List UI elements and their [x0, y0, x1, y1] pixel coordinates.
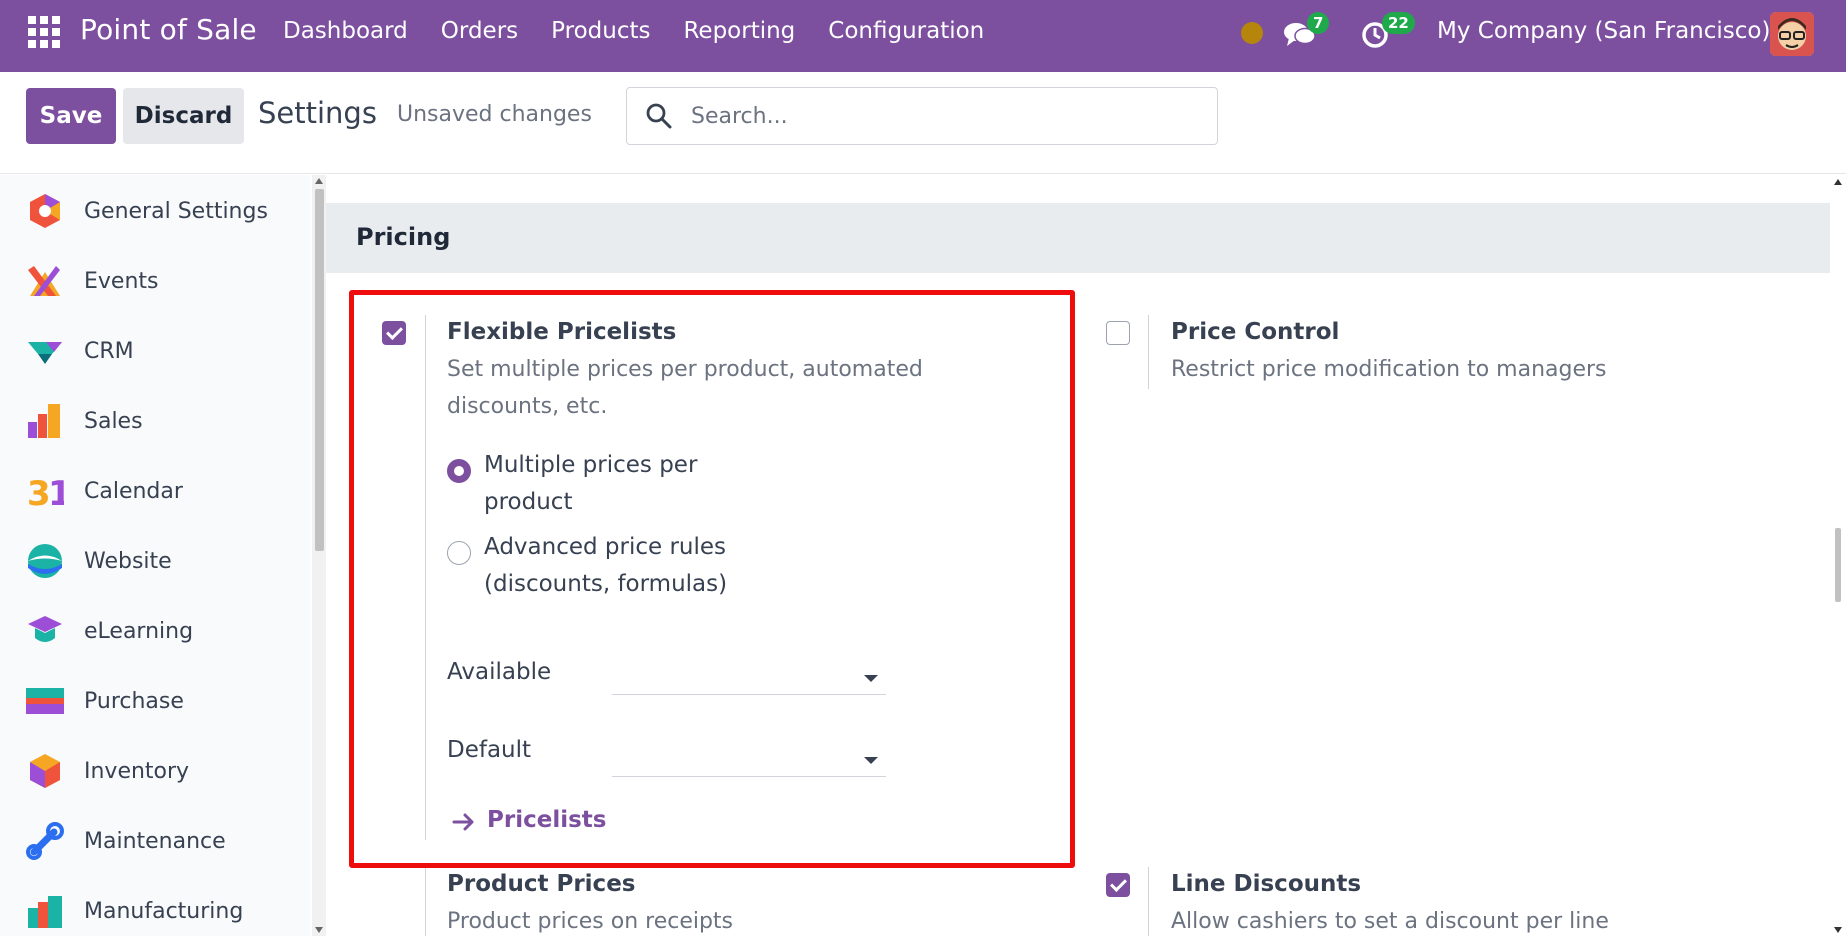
price-control-title: Price Control	[1171, 319, 1340, 345]
sidebar-item-label: General Settings	[84, 198, 268, 224]
sidebar-item-general-settings[interactable]: General Settings	[0, 181, 310, 241]
setting-divider	[425, 867, 426, 936]
user-avatar[interactable]	[1770, 12, 1814, 56]
activity-badge: 22	[1382, 12, 1415, 34]
radio-advanced-price-rules-label[interactable]: Advanced price rules (discounts, formula…	[484, 529, 754, 603]
save-button[interactable]: Save	[26, 88, 116, 144]
flexible-pricelists-title: Flexible Pricelists	[447, 319, 677, 345]
website-icon	[28, 544, 62, 578]
flexible-pricelists-checkbox[interactable]	[382, 321, 406, 345]
search-input[interactable]	[691, 100, 1191, 132]
flexible-pricelists-description: Set multiple prices per product, automat…	[447, 357, 923, 419]
settings-content: Pricing Flexible Pricelists Set multiple…	[326, 175, 1830, 936]
chevron-down-icon	[864, 675, 878, 682]
line-discounts-description: Allow cashiers to set a discount per lin…	[1171, 909, 1609, 934]
section-title: Pricing	[356, 223, 451, 251]
control-panel: Save Discard Settings Unsaved changes	[0, 72, 1846, 174]
sidebar-item-label: Inventory	[84, 758, 190, 784]
price-control-checkbox[interactable]	[1106, 321, 1130, 345]
unsaved-changes-label: Unsaved changes	[397, 102, 592, 127]
sidebar-item-purchase[interactable]: Purchase	[0, 671, 310, 731]
scrollbar-thumb[interactable]	[1835, 528, 1841, 602]
menu-reporting[interactable]: Reporting	[683, 18, 795, 44]
general-settings-icon	[30, 194, 60, 228]
page-title: Settings	[258, 96, 377, 130]
sidebar-item-website[interactable]: Website	[0, 531, 310, 591]
sidebar-item-elearning[interactable]: eLearning	[0, 601, 310, 661]
content-scrollbar[interactable]	[1830, 175, 1846, 936]
maintenance-icon	[26, 822, 64, 860]
menu-orders[interactable]: Orders	[441, 18, 518, 44]
sidebar-item-calendar[interactable]: 3 1 Calendar	[0, 461, 310, 521]
setting-divider	[425, 315, 426, 840]
sidebar-item-label: CRM	[84, 338, 134, 364]
scrollbar-thumb[interactable]	[315, 189, 324, 551]
scroll-down-arrow-icon[interactable]	[1834, 927, 1842, 933]
purchase-icon	[26, 688, 64, 714]
sidebar-item-label: Sales	[84, 408, 143, 434]
scroll-up-arrow-icon[interactable]	[315, 178, 323, 184]
pricelists-link[interactable]: Pricelists	[487, 807, 606, 833]
inventory-icon	[30, 754, 60, 788]
sidebar-item-label: Manufacturing	[84, 898, 244, 924]
company-switcher[interactable]: My Company (San Francisco)	[1437, 18, 1770, 44]
chevron-down-icon	[864, 757, 878, 764]
scroll-down-arrow-icon[interactable]	[315, 927, 323, 933]
price-control-description: Restrict price modification to managers	[1171, 357, 1607, 382]
calendar-icon: 3 1	[27, 474, 64, 510]
sidebar-item-label: Website	[84, 548, 172, 574]
search-box[interactable]	[626, 87, 1218, 145]
available-pricelists-label: Available	[447, 659, 552, 685]
status-dot-icon[interactable]	[1241, 22, 1263, 44]
top-navbar: Point of Sale Dashboard Orders Products …	[0, 0, 1846, 72]
menu-products[interactable]: Products	[551, 18, 650, 44]
section-header: Pricing	[326, 203, 1830, 273]
sales-icon	[28, 404, 60, 438]
setting-divider	[1148, 867, 1149, 936]
product-prices-title: Product Prices	[447, 871, 636, 897]
available-pricelists-select[interactable]	[612, 655, 886, 695]
events-icon	[28, 266, 60, 296]
discard-button[interactable]: Discard	[123, 88, 244, 144]
sidebar-item-crm[interactable]: CRM	[0, 321, 310, 381]
menu-configuration[interactable]: Configuration	[828, 18, 984, 44]
chat-icon[interactable]: 7	[1283, 12, 1330, 50]
sidebar-item-label: eLearning	[84, 618, 194, 644]
chat-badge: 7	[1307, 12, 1330, 34]
app-brand[interactable]: Point of Sale	[80, 13, 257, 46]
sidebar-item-label: Purchase	[84, 688, 184, 714]
apps-grid-icon[interactable]	[28, 16, 60, 48]
sidebar-item-manufacturing[interactable]: Manufacturing	[0, 881, 310, 936]
default-pricelist-label: Default	[447, 737, 532, 763]
radio-advanced-price-rules[interactable]	[447, 541, 471, 565]
crm-icon	[28, 342, 62, 364]
line-discounts-checkbox[interactable]	[1106, 873, 1130, 897]
line-discounts-title: Line Discounts	[1171, 871, 1362, 897]
sidebar-scrollbar[interactable]	[312, 175, 326, 936]
settings-sidebar: General Settings Events CRM Sales 3 1 Ca…	[0, 175, 310, 936]
menu-dashboard[interactable]: Dashboard	[283, 18, 408, 44]
radio-multiple-prices[interactable]	[447, 459, 471, 483]
scroll-up-arrow-icon[interactable]	[1834, 179, 1842, 185]
radio-multiple-prices-label[interactable]: Multiple prices per product	[484, 447, 724, 521]
sidebar-item-label: Events	[84, 268, 159, 294]
product-prices-description: Product prices on receipts	[447, 909, 734, 934]
activity-clock-icon[interactable]: 22	[1360, 12, 1415, 50]
sidebar-item-label: Calendar	[84, 478, 183, 504]
sidebar-item-inventory[interactable]: Inventory	[0, 741, 310, 801]
svg-text:1: 1	[48, 474, 64, 510]
search-icon	[646, 103, 672, 129]
arrow-right-icon	[452, 813, 474, 831]
sidebar-item-label: Maintenance	[84, 828, 226, 854]
default-pricelist-select[interactable]	[612, 737, 886, 777]
sidebar-item-events[interactable]: Events	[0, 251, 310, 311]
top-menu: Dashboard Orders Products Reporting Conf…	[283, 18, 1017, 44]
setting-divider	[1148, 315, 1149, 389]
sidebar-item-maintenance[interactable]: Maintenance	[0, 811, 310, 871]
manufacturing-icon	[28, 896, 62, 928]
sidebar-item-sales[interactable]: Sales	[0, 391, 310, 451]
elearning-icon	[28, 616, 62, 642]
